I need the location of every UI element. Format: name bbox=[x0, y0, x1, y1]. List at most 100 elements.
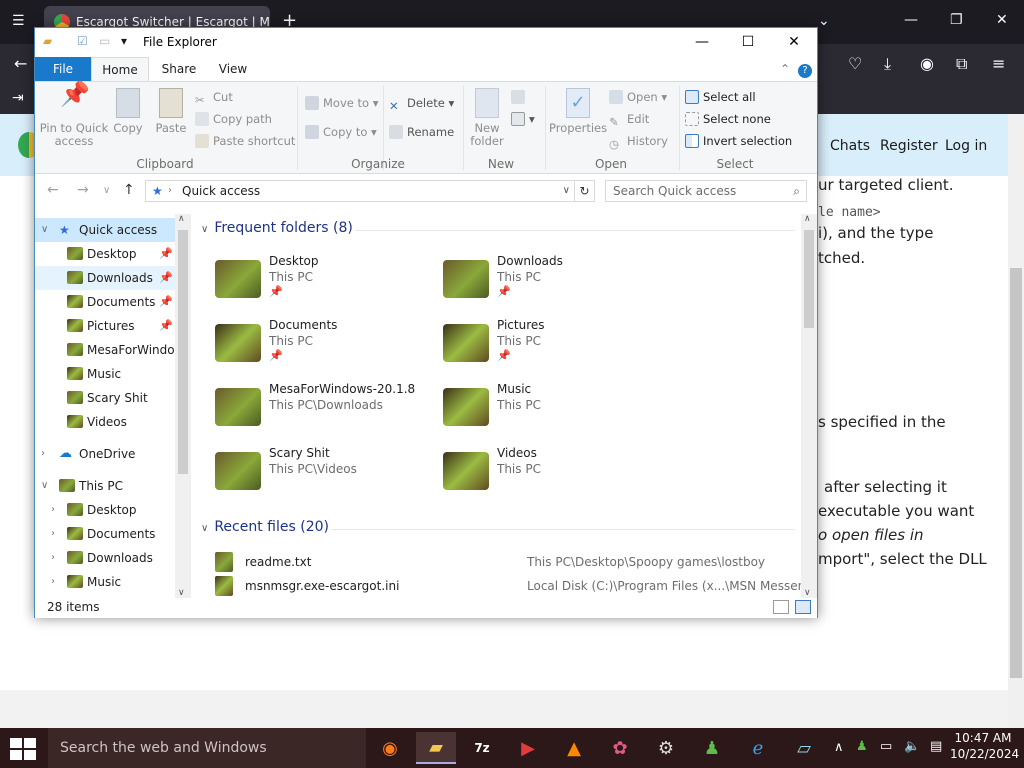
recent-file-row[interactable]: readme.txt This PC\Desktop\Spoopy games\… bbox=[197, 550, 797, 574]
nav-item-pictures[interactable]: Pictures 📌 bbox=[35, 314, 191, 338]
browser-close-icon[interactable]: ✕ bbox=[996, 12, 1008, 28]
expand-chevron-icon[interactable]: ∨ bbox=[41, 474, 48, 498]
app-red-icon[interactable]: ▶ bbox=[508, 732, 548, 764]
edit-button[interactable]: ✎ Edit bbox=[609, 112, 649, 129]
tab-overflow-chevron-icon[interactable]: ⌄ bbox=[818, 13, 830, 29]
app-pink-icon[interactable]: ✿ bbox=[600, 732, 640, 764]
folder-tile-desktop[interactable]: Desktop This PC 📌 bbox=[209, 254, 429, 312]
expand-chevron-icon[interactable]: ∨ bbox=[41, 218, 48, 242]
recent-locations-chevron-icon[interactable]: ∨ bbox=[103, 185, 110, 196]
properties-button[interactable]: ✓ Properties bbox=[549, 88, 607, 135]
content-pane[interactable]: ∨ Frequent folders (8) Desktop This PC 📌 … bbox=[197, 214, 801, 598]
back-button[interactable]: ← bbox=[47, 182, 59, 198]
new-folder-button[interactable]: New folder bbox=[467, 88, 507, 148]
open-button[interactable]: Open ▾ bbox=[609, 90, 667, 104]
cut-button[interactable]: ✂ Cut bbox=[195, 90, 233, 107]
scroll-up-arrow-icon[interactable]: ∧ bbox=[804, 214, 811, 224]
collapse-chevron-icon[interactable]: ∨ bbox=[201, 523, 208, 534]
collapse-chevron-icon[interactable]: ∨ bbox=[201, 224, 208, 235]
copy-button[interactable]: Copy bbox=[111, 88, 145, 135]
windows-start-icon[interactable] bbox=[10, 738, 38, 760]
navigation-pane[interactable]: ∨ ★ Quick access Desktop 📌 Downloads 📌 D… bbox=[35, 214, 191, 598]
network-icon[interactable]: ▭ bbox=[880, 739, 892, 754]
folder-tile-videos[interactable]: Videos This PC bbox=[437, 446, 657, 504]
select-all-button[interactable]: Select all bbox=[685, 90, 756, 104]
account-icon[interactable]: ◉ bbox=[920, 54, 934, 73]
recent-files-header[interactable]: ∨ Recent files (20) bbox=[201, 519, 329, 535]
messenger-tray-icon[interactable]: ♟ bbox=[856, 739, 868, 754]
nav-link-login[interactable]: Log in bbox=[945, 138, 987, 154]
back-arrow-icon[interactable]: ← bbox=[14, 54, 27, 73]
move-to-button[interactable]: Move to ▾ bbox=[305, 96, 378, 110]
folder-tile-scary-shit[interactable]: Scary Shit This PC\Videos bbox=[209, 446, 429, 504]
nav-item-scary-shit[interactable]: Scary Shit bbox=[35, 386, 191, 410]
nav-pane-scrollbar[interactable]: ∧ ∨ bbox=[175, 214, 191, 598]
nav-item-documents[interactable]: Documents 📌 bbox=[35, 290, 191, 314]
refresh-button[interactable]: ↻ bbox=[575, 180, 595, 202]
extensions-icon[interactable]: ⧉ bbox=[956, 54, 967, 74]
qat-properties-icon[interactable]: ☑ bbox=[77, 34, 88, 48]
new-item-icon[interactable] bbox=[511, 90, 529, 104]
settings-gear-icon[interactable]: ⚙ bbox=[646, 732, 686, 764]
recent-file-row[interactable]: msnmsgr.exe-escargot.ini Local Disk (C:)… bbox=[197, 574, 801, 598]
invert-selection-button[interactable]: Invert selection bbox=[685, 134, 792, 148]
easy-access-icon[interactable]: ▾ bbox=[511, 112, 535, 126]
tab-view[interactable]: View bbox=[207, 57, 259, 81]
collapse-ribbon-chevron-icon[interactable]: ⌃ bbox=[775, 57, 795, 81]
paste-shortcut-button[interactable]: Paste shortcut bbox=[195, 134, 295, 148]
expand-chevron-icon[interactable]: › bbox=[41, 442, 45, 466]
history-button[interactable]: ◷ History bbox=[609, 134, 668, 151]
nav-item-quick-access[interactable]: ∨ ★ Quick access bbox=[35, 218, 191, 242]
nav-item-this-pc[interactable]: ∨ This PC bbox=[35, 474, 191, 498]
details-view-icon[interactable] bbox=[773, 600, 789, 614]
folder-tile-music[interactable]: Music This PC bbox=[437, 382, 657, 440]
content-scrollbar-thumb[interactable] bbox=[804, 230, 814, 328]
tab-share[interactable]: Share bbox=[151, 57, 207, 81]
content-scrollbar[interactable]: ∧ ∨ bbox=[801, 214, 817, 598]
nav-item-onedrive[interactable]: › ☁ OneDrive bbox=[35, 442, 191, 466]
folder-tile-mesaforwindows[interactable]: MesaForWindows-20.1.8 This PC\Downloads bbox=[209, 382, 429, 440]
forward-button[interactable]: → bbox=[77, 182, 89, 198]
scroll-up-arrow-icon[interactable]: ∧ bbox=[178, 214, 185, 224]
expand-chevron-icon[interactable]: › bbox=[51, 522, 55, 546]
qat-new-folder-icon[interactable]: ▭ bbox=[99, 34, 110, 48]
folder-tile-downloads[interactable]: Downloads This PC 📌 bbox=[437, 254, 657, 312]
copy-path-button[interactable]: Copy path bbox=[195, 112, 272, 126]
rename-button[interactable]: Rename bbox=[389, 125, 454, 139]
nav-pane-scrollbar-thumb[interactable] bbox=[178, 230, 188, 474]
msn-messenger-icon[interactable]: ♟ bbox=[692, 732, 732, 764]
7zip-icon[interactable]: 7z bbox=[462, 732, 502, 764]
page-scrollbar[interactable] bbox=[1008, 114, 1024, 728]
nav-item-pc-desktop[interactable]: › Desktop bbox=[35, 498, 191, 522]
paste-button[interactable]: Paste bbox=[153, 88, 189, 135]
nav-item-pc-downloads[interactable]: › Downloads bbox=[35, 546, 191, 570]
internet-explorer-icon[interactable]: ℯ bbox=[738, 732, 778, 764]
large-icons-view-icon[interactable] bbox=[795, 600, 811, 614]
tab-home[interactable]: Home bbox=[91, 57, 149, 81]
copy-to-button[interactable]: Copy to ▾ bbox=[305, 125, 377, 139]
browser-restore-icon[interactable]: ❐ bbox=[950, 12, 963, 28]
download-icon[interactable]: ⤓ bbox=[884, 54, 891, 74]
nav-item-music[interactable]: Music bbox=[35, 362, 191, 386]
menu-icon[interactable]: ≡ bbox=[992, 54, 1005, 73]
action-center-icon[interactable]: ▤ bbox=[930, 739, 942, 754]
nav-item-mesaforwindows[interactable]: MesaForWindows-20.1.8 bbox=[35, 338, 191, 362]
select-none-button[interactable]: Select none bbox=[685, 112, 771, 126]
nav-link-chats[interactable]: Chats bbox=[830, 138, 870, 154]
nav-item-desktop[interactable]: Desktop 📌 bbox=[35, 242, 191, 266]
close-button[interactable]: ✕ bbox=[771, 28, 817, 57]
expand-chevron-icon[interactable]: › bbox=[51, 570, 55, 594]
taskbar-search-input[interactable]: Search the web and Windows bbox=[48, 728, 366, 768]
vlc-icon[interactable]: ▲ bbox=[554, 732, 594, 764]
folder-tile-documents[interactable]: Documents This PC 📌 bbox=[209, 318, 429, 376]
address-bar[interactable]: ★ › Quick access ∨ bbox=[145, 180, 575, 202]
page-scrollbar-thumb[interactable] bbox=[1010, 268, 1022, 678]
system-clock[interactable]: 10:47 AM 10/22/2024 bbox=[950, 730, 1019, 762]
scroll-down-arrow-icon[interactable]: ∨ bbox=[804, 588, 811, 598]
search-input[interactable]: Search Quick access ⌕ bbox=[605, 180, 807, 202]
nav-link-register[interactable]: Register bbox=[880, 138, 938, 154]
browser-minimize-icon[interactable]: — bbox=[904, 12, 918, 28]
delete-button[interactable]: ✕ Delete ▾ bbox=[389, 96, 454, 113]
app-blue-icon[interactable]: ▱ bbox=[784, 732, 824, 764]
import-icon[interactable]: ⇥ bbox=[12, 90, 24, 106]
